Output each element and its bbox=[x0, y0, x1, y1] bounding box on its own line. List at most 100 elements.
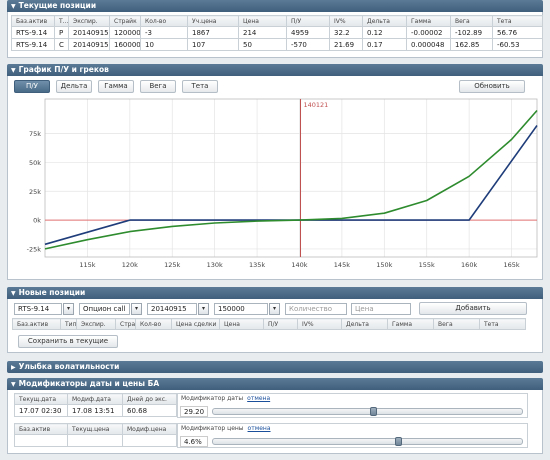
x-tick-label: 155k bbox=[419, 261, 435, 269]
column-header[interactable]: Дельта bbox=[341, 318, 388, 330]
quantity-input[interactable]: Количество bbox=[285, 303, 347, 315]
x-tick-label: 160k bbox=[461, 261, 477, 269]
new-positions-header[interactable]: ▼ Новые позиции bbox=[7, 287, 543, 299]
x-tick-label: 120k bbox=[122, 261, 138, 269]
expiry-select[interactable]: 20140915 bbox=[147, 303, 197, 315]
x-tick-label: 135k bbox=[249, 261, 265, 269]
column-header: Модиф.цена bbox=[122, 423, 177, 435]
strike-select[interactable]: 150000 bbox=[214, 303, 268, 315]
current-date-value: 17.07 02:30 bbox=[14, 404, 68, 417]
column-header[interactable]: IV% bbox=[297, 318, 342, 330]
price-input[interactable]: Цена bbox=[351, 303, 411, 315]
column-header[interactable]: Тета bbox=[479, 318, 526, 330]
tab-gamma[interactable]: Гамма bbox=[98, 80, 134, 93]
chevron-down-icon[interactable]: ▾ bbox=[198, 303, 209, 315]
new-positions-title: Новые позиции bbox=[18, 288, 86, 297]
triangle-right-icon: ▶ bbox=[11, 364, 16, 371]
column-header[interactable]: Страйк bbox=[115, 318, 136, 330]
column-header[interactable]: Тип bbox=[60, 318, 77, 330]
column-header[interactable]: Цена сделки bbox=[171, 318, 220, 330]
table-cell: 0.000048 bbox=[406, 38, 451, 51]
pnl-chart: 140121 115k 120k 125k 130k 135k 140k 145k 150k 15… bbox=[27, 98, 538, 269]
price-modifier-label-wrap: Модификатор цены отмена bbox=[181, 425, 271, 432]
column-header[interactable]: Уч.цена bbox=[187, 15, 239, 27]
tab-delta[interactable]: Дельта bbox=[56, 80, 92, 93]
positions-header-row: Баз.актив Т... Экспир. Страйк Кол-во Уч.… bbox=[11, 15, 543, 27]
table-cell: 107 bbox=[187, 38, 239, 51]
tab-vega[interactable]: Вега bbox=[140, 80, 176, 93]
price-modifier-slider[interactable] bbox=[212, 438, 523, 445]
chart-panel: П/У Дельта Гамма Вега Тета Обновить 1401… bbox=[7, 76, 543, 280]
column-header[interactable]: Гамма bbox=[406, 15, 451, 27]
column-header[interactable]: IV% bbox=[329, 15, 363, 27]
column-header[interactable]: Экспир. bbox=[76, 318, 116, 330]
column-header[interactable]: Вега bbox=[450, 15, 493, 27]
price-slider-handle[interactable] bbox=[394, 437, 402, 446]
date-slider-handle[interactable] bbox=[369, 407, 377, 416]
date-modifier-cancel-link[interactable]: отмена bbox=[247, 395, 270, 402]
positions-panel-title: Текущие позиции bbox=[18, 1, 97, 10]
table-cell: 21.69 bbox=[329, 38, 363, 51]
price-modifier-label: Модификатор цены bbox=[181, 425, 244, 432]
chevron-down-icon[interactable]: ▾ bbox=[131, 303, 142, 315]
option-type-select[interactable]: Опцион call bbox=[79, 303, 130, 315]
column-header[interactable]: Вега bbox=[433, 318, 480, 330]
price-modifier-value[interactable]: 4.6% bbox=[180, 436, 208, 447]
table-cell: 20140915 bbox=[68, 26, 110, 39]
column-header[interactable]: Кол-во bbox=[140, 15, 188, 27]
column-header[interactable]: П/У bbox=[263, 318, 298, 330]
price-modifier-cell: Модификатор цены отмена 4.6% bbox=[177, 423, 528, 448]
table-cell: P bbox=[54, 26, 69, 39]
tab-pnl[interactable]: П/У bbox=[14, 80, 50, 93]
save-to-current-button[interactable]: Сохранить в текущие bbox=[18, 335, 118, 348]
table-cell: 120000 bbox=[109, 26, 141, 39]
table-cell: 162.85 bbox=[450, 38, 493, 51]
column-header[interactable]: Тета bbox=[492, 15, 543, 27]
table-cell: 56.76 bbox=[492, 26, 543, 39]
date-modifier-value[interactable]: 29.20 bbox=[180, 406, 208, 417]
table-cell: 32.2 bbox=[329, 26, 363, 39]
column-header[interactable]: Дельта bbox=[362, 15, 407, 27]
column-header[interactable]: Т... bbox=[54, 15, 69, 27]
column-header[interactable]: Цена bbox=[219, 318, 264, 330]
column-header[interactable]: Баз.актив bbox=[12, 318, 61, 330]
table-cell: -3 bbox=[140, 26, 188, 39]
y-tick-label: 25k bbox=[29, 188, 41, 196]
chevron-down-icon[interactable]: ▾ bbox=[63, 303, 74, 315]
add-button[interactable]: Добавить bbox=[419, 302, 527, 315]
positions-table: Баз.актив Т... Экспир. Страйк Кол-во Уч.… bbox=[11, 15, 543, 51]
tab-theta[interactable]: Тета bbox=[182, 80, 218, 93]
smile-panel-header[interactable]: ▶ Улыбка волатильности bbox=[7, 361, 543, 373]
table-cell: RTS-9.14 bbox=[11, 26, 55, 39]
days-to-expiry-value: 60.68 bbox=[122, 404, 177, 417]
y-tick-label: -25k bbox=[27, 245, 42, 253]
table-row[interactable]: RTS-9.14 C 20140915 160000 10 107 50 -57… bbox=[11, 38, 543, 51]
chart-panel-header[interactable]: ▼ График П/У и греков bbox=[7, 64, 543, 76]
table-cell: RTS-9.14 bbox=[11, 38, 55, 51]
positions-panel-header[interactable]: ▼ Текущие позиции bbox=[7, 0, 543, 12]
column-header[interactable]: Гамма bbox=[387, 318, 434, 330]
column-header[interactable]: Цена bbox=[238, 15, 287, 27]
x-tick-label: 165k bbox=[503, 261, 519, 269]
column-header[interactable]: Страйк bbox=[109, 15, 141, 27]
column-header[interactable]: П/У bbox=[286, 15, 330, 27]
expiry-pnl-line bbox=[44, 125, 538, 246]
new-positions-table: Баз.актив Тип Экспир. Страйк Кол-во Цена… bbox=[12, 318, 526, 330]
table-cell: 10 bbox=[140, 38, 188, 51]
column-header[interactable]: Экспир. bbox=[68, 15, 110, 27]
modified-date-value: 17.08 13:51 bbox=[67, 404, 123, 417]
current-pnl-curve bbox=[44, 109, 538, 250]
column-header[interactable]: Баз.актив bbox=[11, 15, 55, 27]
table-cell: -0.00002 bbox=[406, 26, 451, 39]
asset-select[interactable]: RTS-9.14 bbox=[14, 303, 62, 315]
table-cell: -60.53 bbox=[492, 38, 543, 51]
price-modifier-cancel-link[interactable]: отмена bbox=[248, 425, 271, 432]
modifiers-panel-header[interactable]: ▼ Модификаторы даты и цены БА bbox=[7, 378, 543, 390]
date-modifier-slider[interactable] bbox=[212, 408, 523, 415]
x-tick-label: 140k bbox=[291, 261, 307, 269]
table-row[interactable]: RTS-9.14 P 20140915 120000 -3 1867 214 4… bbox=[11, 26, 543, 39]
column-header: Текущ.цена bbox=[67, 423, 123, 435]
refresh-button[interactable]: Обновить bbox=[459, 80, 525, 93]
chevron-down-icon[interactable]: ▾ bbox=[269, 303, 280, 315]
column-header[interactable]: Кол-во bbox=[135, 318, 172, 330]
